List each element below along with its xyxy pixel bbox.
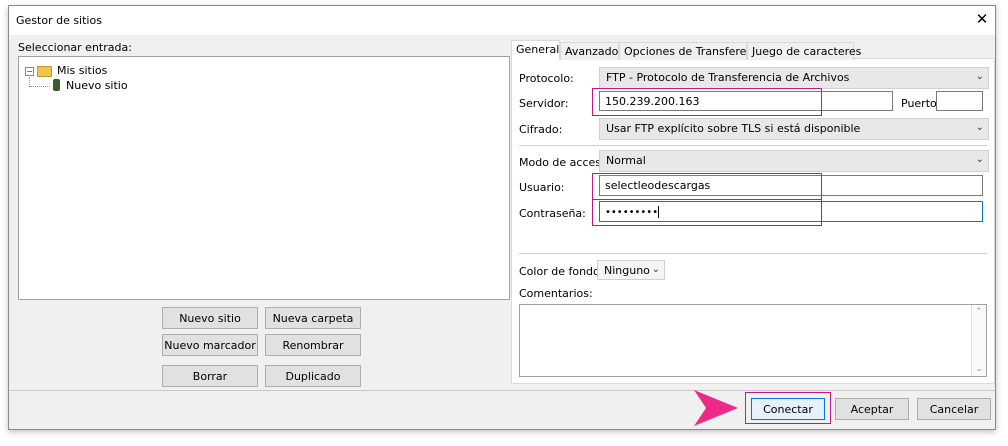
site-tree[interactable]: − Mis sitios Nuevo sitio [18,56,510,300]
new-folder-button[interactable]: Nueva carpeta [265,307,361,329]
tree-line [30,86,50,87]
window-title: Gestor de sitios [16,14,102,27]
encryption-label: Cifrado: [519,123,563,136]
chevron-down-icon: ⌄ [975,122,984,133]
select-entry-label: Seleccionar entrada: [18,41,132,54]
new-bookmark-button[interactable]: Nuevo marcador [162,334,258,356]
close-icon[interactable]: ✕ [972,9,992,29]
encryption-select[interactable]: Usar FTP explícito sobre TLS si está dis… [599,118,989,140]
protocol-label: Protocolo: [519,72,574,85]
chevron-down-icon: ⌄ [975,154,984,165]
password-highlight [592,199,822,226]
bgcolor-label: Color de fondo: [519,265,604,278]
pointer-arrow-icon [694,390,738,426]
divider [519,253,987,254]
protocol-value: FTP - Protocolo de Transferencia de Arch… [606,71,850,84]
access-mode-value: Normal [606,154,646,167]
site-manager-window: Gestor de sitios ✕ Seleccionar entrada: … [8,5,996,430]
tab-transfer-options[interactable]: Opciones de Transferencia [619,42,769,60]
chevron-down-icon: ⌄ [975,71,984,82]
title-bar: Gestor de sitios ✕ [9,6,995,35]
connect-highlight [745,392,831,424]
bgcolor-value: Ninguno [604,264,650,277]
tree-item-my-sites[interactable]: Mis sitios [57,64,107,77]
divider [519,145,987,146]
folder-icon [37,66,52,77]
duplicate-button[interactable]: Duplicado [265,365,361,387]
new-site-button[interactable]: Nuevo sitio [162,307,258,329]
server-label: Servidor: [519,97,569,110]
encryption-value: Usar FTP explícito sobre TLS si está dis… [606,122,861,135]
user-highlight [592,173,822,200]
access-mode-label: Modo de acceso: [519,156,612,169]
user-label: Usuario: [519,181,565,194]
port-label: Puerto: [901,97,941,110]
collapse-icon[interactable]: − [25,67,34,76]
tab-advanced[interactable]: Avanzado [560,42,619,60]
comments-label: Comentarios: [519,287,593,300]
comments-textarea[interactable]: ⌃ ⌄ [519,304,987,377]
delete-button[interactable]: Borrar [162,365,258,387]
rename-button[interactable]: Renombrar [265,334,361,356]
accept-button[interactable]: Aceptar [835,398,909,420]
scroll-up-icon[interactable]: ⌃ [975,307,983,317]
tab-charset[interactable]: Juego de caracteres [747,42,861,60]
access-mode-select[interactable]: Normal ⌄ [599,150,989,172]
chevron-down-icon: ⌄ [651,264,660,275]
tab-general[interactable]: General [511,40,560,60]
cancel-button[interactable]: Cancelar [917,398,991,420]
server-highlight [592,88,822,116]
password-label: Contraseña: [519,207,586,220]
tree-item-new-site[interactable]: Nuevo sitio [66,79,128,92]
bgcolor-select[interactable]: Ninguno ⌄ [597,260,665,280]
comments-scrollbar[interactable]: ⌃ ⌄ [971,305,986,376]
port-input[interactable] [936,91,983,111]
footer-divider [9,390,995,391]
protocol-select[interactable]: FTP - Protocolo de Transferencia de Arch… [599,67,989,89]
scroll-down-icon[interactable]: ⌄ [975,364,983,374]
server-icon [53,79,60,91]
